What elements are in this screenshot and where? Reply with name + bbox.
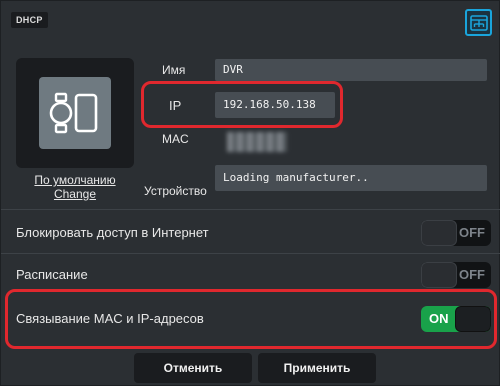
mac-redacted: [227, 132, 287, 152]
device-icon-box: [39, 77, 111, 149]
block-internet-toggle[interactable]: OFF: [421, 220, 491, 246]
name-field[interactable]: DVR: [215, 59, 487, 81]
block-internet-label: Блокировать доступ в Интернет: [16, 225, 209, 240]
cancel-button[interactable]: Отменить: [134, 353, 252, 383]
dhcp-tag: DHCP: [11, 12, 48, 28]
toggle-state: OFF: [459, 267, 485, 282]
device-default-link[interactable]: По умолчанию: [16, 173, 134, 187]
manufacturer-label: Устройство: [144, 184, 207, 198]
manufacturer-field: Loading manufacturer..: [215, 165, 487, 191]
device-icon-card[interactable]: [16, 58, 134, 168]
toggle-state: OFF: [459, 225, 485, 240]
divider: [1, 209, 500, 210]
toggle-knob: [421, 220, 457, 246]
mac-label: MAC: [162, 132, 189, 146]
divider: [1, 253, 500, 254]
dhcp-device-panel: DHCP По умолчанию Change Имя DVR IP 192.…: [0, 0, 500, 386]
device-change-link[interactable]: Change: [16, 187, 134, 201]
network-map-icon: [469, 14, 488, 31]
toggle-knob: [421, 262, 457, 288]
schedule-toggle[interactable]: OFF: [421, 262, 491, 288]
network-map-button[interactable]: [465, 9, 492, 36]
binding-highlight: [5, 289, 497, 349]
schedule-label: Расписание: [16, 267, 88, 282]
apply-button[interactable]: Применить: [258, 353, 376, 383]
name-label: Имя: [162, 63, 186, 77]
ip-highlight: [141, 81, 343, 128]
device-combo-icon: [49, 92, 98, 134]
